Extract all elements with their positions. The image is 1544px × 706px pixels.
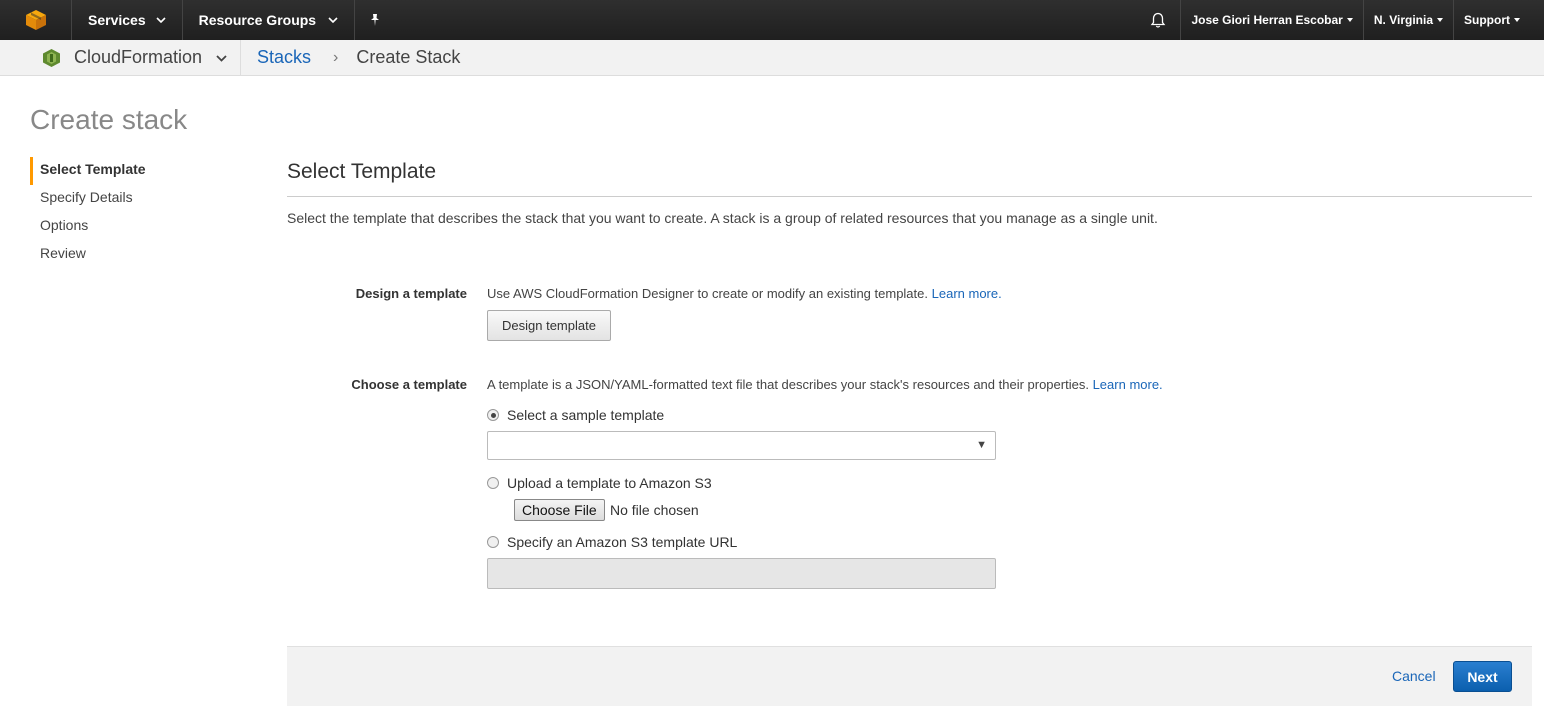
choose-template-label: Choose a template (351, 377, 467, 392)
s3-url-input[interactable] (487, 558, 996, 589)
s3-url-label: Specify an Amazon S3 template URL (507, 534, 738, 550)
main-content: Select Template Select the template that… (287, 155, 1532, 226)
section-description: Select the template that describes the s… (287, 210, 1158, 226)
region-menu[interactable]: N. Virginia (1364, 0, 1454, 40)
account-name: Jose Giori Herran Escobar (1191, 13, 1343, 27)
pin-icon[interactable] (355, 0, 395, 40)
page-title: Create stack (30, 104, 188, 135)
aws-logo-icon[interactable] (0, 0, 72, 40)
wizard-footer (287, 646, 1532, 706)
dropdown-arrow-icon: ▼ (976, 439, 987, 451)
services-menu[interactable]: Services (72, 0, 183, 40)
step-select-template[interactable]: Select Template (30, 157, 230, 185)
caret-down-icon (1346, 18, 1353, 22)
region-name: N. Virginia (1373, 13, 1433, 27)
breadcrumb-current: Create Stack (356, 47, 461, 67)
notifications-bell-icon[interactable] (1135, 0, 1182, 40)
breadcrumb-stacks-link[interactable]: Stacks (257, 47, 311, 68)
caret-down-icon (1437, 18, 1443, 22)
choose-template-description: A template is a JSON/YAML-formatted text… (487, 377, 1163, 392)
sample-template-option[interactable]: Select a sample template (487, 407, 664, 423)
choose-template-text: A template is a JSON/YAML-formatted text… (487, 377, 1089, 392)
section-title: Select Template (287, 155, 1532, 197)
upload-template-radio[interactable] (487, 477, 499, 489)
design-learn-more-link[interactable]: Learn more. (932, 286, 1002, 301)
design-template-button[interactable]: Design template (487, 310, 611, 341)
sample-template-radio[interactable] (487, 409, 499, 421)
top-navigation-bar: Services Resource Groups Jose Giori Herr… (0, 0, 1544, 40)
service-subnav: CloudFormation Stacks › Create Stack (0, 39, 1544, 76)
upload-template-option[interactable]: Upload a template to Amazon S3 (487, 475, 712, 491)
wizard-steps: Select Template Specify Details Options … (30, 157, 230, 269)
sample-template-select[interactable]: ▼ (487, 431, 996, 460)
sample-template-label: Select a sample template (507, 407, 665, 423)
design-template-description: Use AWS CloudFormation Designer to creat… (487, 286, 1002, 301)
service-menu[interactable]: CloudFormation (0, 39, 241, 76)
support-menu[interactable]: Support (1454, 0, 1544, 40)
s3-url-radio[interactable] (487, 536, 499, 548)
chevron-down-icon (328, 17, 338, 24)
s3-url-option[interactable]: Specify an Amazon S3 template URL (487, 534, 737, 550)
chevron-down-icon (156, 17, 166, 24)
account-menu[interactable]: Jose Giori Herran Escobar (1181, 0, 1364, 40)
choose-file-button[interactable]: Choose File (514, 499, 605, 521)
service-name: CloudFormation (74, 47, 203, 67)
resource-groups-label: Resource Groups (198, 12, 317, 28)
breadcrumb-separator: › (333, 48, 339, 66)
top-navigation-right: Jose Giori Herran Escobar N. Virginia Su… (1135, 0, 1544, 40)
step-review[interactable]: Review (30, 241, 230, 269)
upload-template-label: Upload a template to Amazon S3 (507, 475, 712, 491)
chevron-down-icon (216, 54, 227, 62)
step-specify-details[interactable]: Specify Details (30, 185, 230, 213)
next-button[interactable]: Next (1453, 661, 1512, 692)
step-options[interactable]: Options (30, 213, 230, 241)
cancel-button[interactable]: Cancel (1392, 668, 1436, 684)
services-label: Services (88, 12, 146, 28)
support-label: Support (1464, 13, 1510, 27)
design-template-label: Design a template (355, 286, 467, 301)
resource-groups-menu[interactable]: Resource Groups (183, 0, 356, 40)
file-chosen-status: No file chosen (610, 502, 699, 518)
caret-down-icon (1514, 18, 1520, 22)
cloudformation-icon (43, 48, 60, 67)
design-template-text: Use AWS CloudFormation Designer to creat… (487, 286, 928, 301)
choose-learn-more-link[interactable]: Learn more. (1093, 377, 1163, 392)
